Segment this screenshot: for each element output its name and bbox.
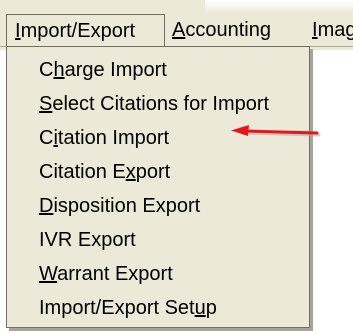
menu-item-citation-import[interactable]: Citation Import (39, 124, 169, 152)
menu-imaging[interactable]: Imag (312, 14, 353, 46)
menu-import-export[interactable]: Import/Export (6, 14, 165, 46)
arrow-head (231, 125, 249, 136)
menu-accounting[interactable]: Accounting (172, 14, 271, 46)
menu-item-citation-export[interactable]: Citation Export (39, 158, 170, 186)
menu-bar-fade (205, 0, 353, 14)
menu-item-ivr-export[interactable]: IVR Export (39, 226, 136, 254)
menu-item-import-export-setup[interactable]: Import/Export Setup (39, 294, 217, 322)
arrow-shaft (243, 129, 319, 135)
menu-item-select-citations-for-import[interactable]: Select Citations for Import (39, 90, 269, 118)
menu-item-warrant-export[interactable]: Warrant Export (39, 260, 173, 288)
menu-item-disposition-export[interactable]: Disposition Export (39, 192, 200, 220)
red-arrow-annotation (231, 125, 321, 137)
menu-bar: Import/Export Accounting Imag (0, 0, 353, 50)
import-export-dropdown: Charge Import Select Citations for Impor… (6, 46, 310, 328)
menu-item-charge-import[interactable]: Charge Import (39, 56, 167, 84)
